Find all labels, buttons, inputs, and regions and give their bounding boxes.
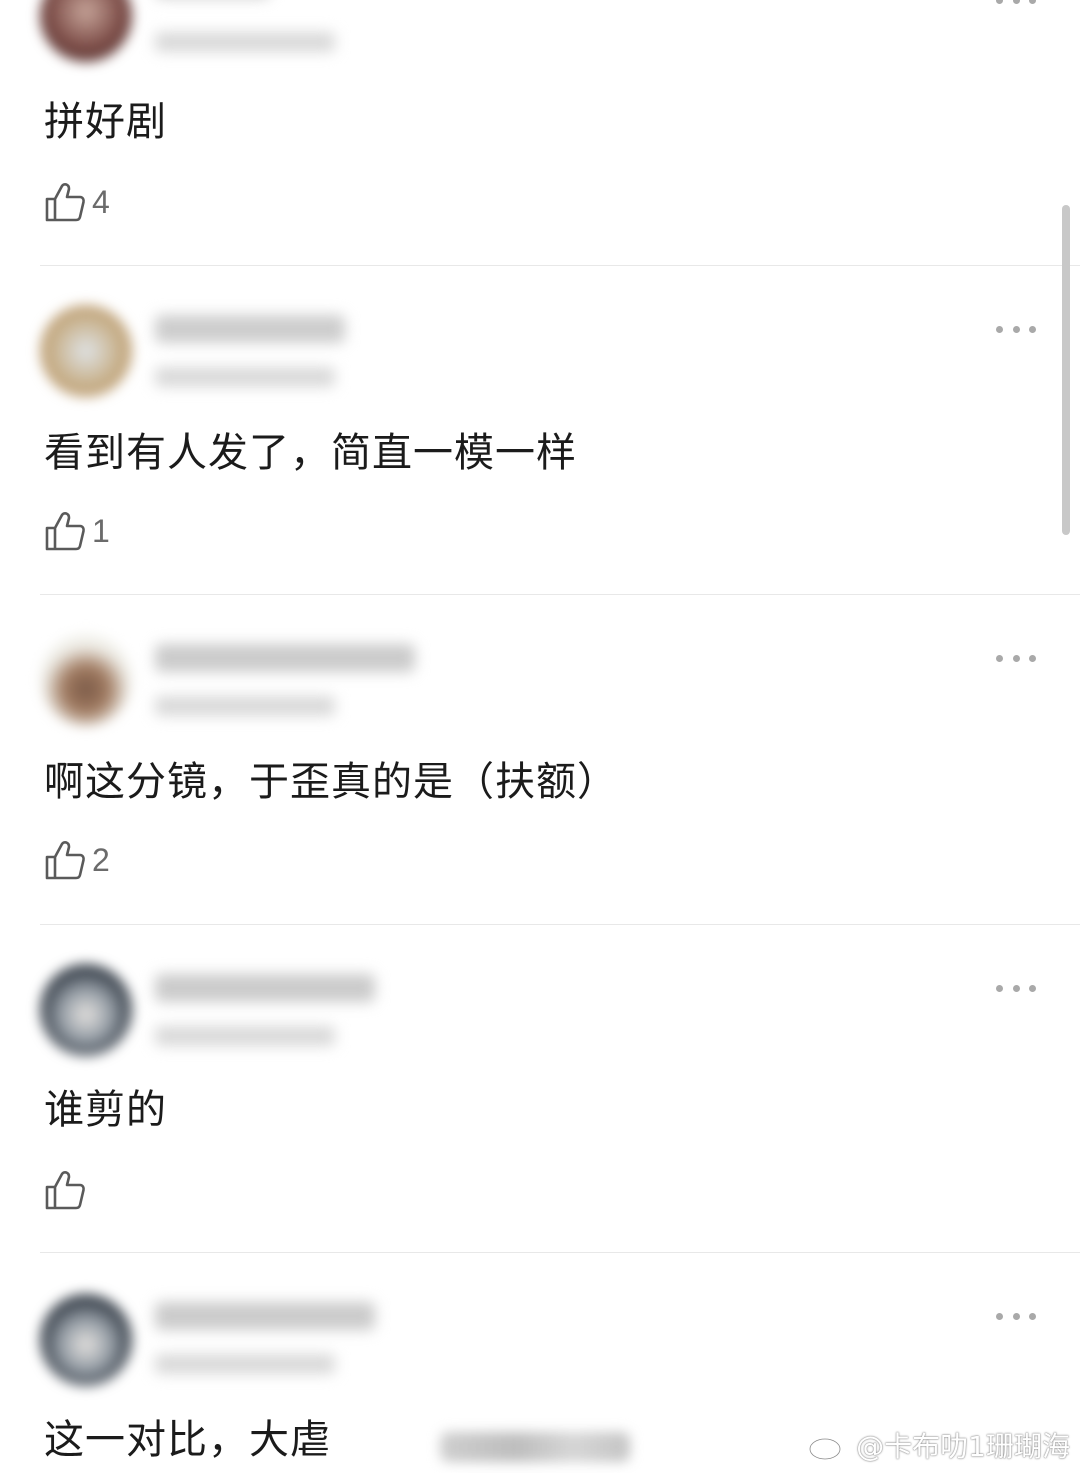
username-blurred[interactable] xyxy=(155,974,375,1002)
timestamp-blurred xyxy=(155,32,335,52)
thumbs-up-icon xyxy=(45,841,85,880)
like-count: 1 xyxy=(92,513,110,549)
comment-item: 看到有人发了，简直一模一样 1 xyxy=(0,305,1080,635)
username-blurred[interactable] xyxy=(155,315,345,343)
comment-item: 啊这分镜，于歪真的是（扶额） 2 xyxy=(0,634,1080,964)
comment-item: 拼好剧 4 xyxy=(0,0,1080,300)
divider xyxy=(40,594,1080,595)
divider xyxy=(40,1252,1080,1253)
avatar[interactable] xyxy=(40,0,132,62)
divider xyxy=(40,924,1080,925)
timestamp-blurred xyxy=(155,1354,335,1374)
like-button[interactable] xyxy=(44,1168,92,1212)
scrollbar[interactable] xyxy=(1062,205,1070,535)
comment-text: 谁剪的 xyxy=(44,1087,167,1133)
like-count: 2 xyxy=(92,842,110,878)
more-options-button[interactable] xyxy=(996,323,1036,335)
thumbs-up-icon xyxy=(45,183,85,222)
timestamp-blurred xyxy=(155,696,335,716)
weibo-logo-icon xyxy=(808,1430,848,1461)
comment-item: 谁剪的 xyxy=(0,964,1080,1294)
more-options-button[interactable] xyxy=(996,1310,1036,1322)
more-dots-icon xyxy=(996,654,1003,662)
username-blurred[interactable] xyxy=(155,644,415,672)
comment-text: 拼好剧 xyxy=(44,99,167,145)
more-options-button[interactable] xyxy=(996,982,1036,994)
timestamp-blurred xyxy=(155,1026,335,1046)
timestamp-blurred xyxy=(155,367,335,387)
more-options-button[interactable] xyxy=(996,0,1036,6)
more-options-button[interactable] xyxy=(996,652,1036,664)
thumbs-up-icon xyxy=(45,1171,85,1210)
comment-text: 这一对比，大虐 xyxy=(44,1417,331,1463)
watermark: @卡布叻1珊瑚海 xyxy=(808,1425,1070,1465)
like-button[interactable]: 1 xyxy=(44,509,110,553)
comment-text: 啊这分镜，于歪真的是（扶额） xyxy=(44,759,618,805)
more-dots-icon xyxy=(996,325,1003,333)
more-dots-icon xyxy=(996,0,1003,4)
avatar[interactable] xyxy=(40,1294,132,1386)
thumbs-up-icon xyxy=(45,512,85,551)
like-button[interactable]: 4 xyxy=(44,180,110,224)
watermark-text: @卡布叻1珊瑚海 xyxy=(856,1430,1070,1463)
avatar[interactable] xyxy=(40,305,132,397)
divider xyxy=(40,265,1080,266)
more-dots-icon xyxy=(996,1312,1003,1320)
like-button[interactable]: 2 xyxy=(44,838,110,882)
avatar[interactable] xyxy=(40,634,132,726)
like-count: 4 xyxy=(92,184,110,220)
blurred-content xyxy=(440,1432,630,1462)
avatar[interactable] xyxy=(40,964,132,1056)
comment-text: 看到有人发了，简直一模一样 xyxy=(44,430,577,476)
more-dots-icon xyxy=(996,984,1003,992)
username-blurred[interactable] xyxy=(155,1302,375,1330)
